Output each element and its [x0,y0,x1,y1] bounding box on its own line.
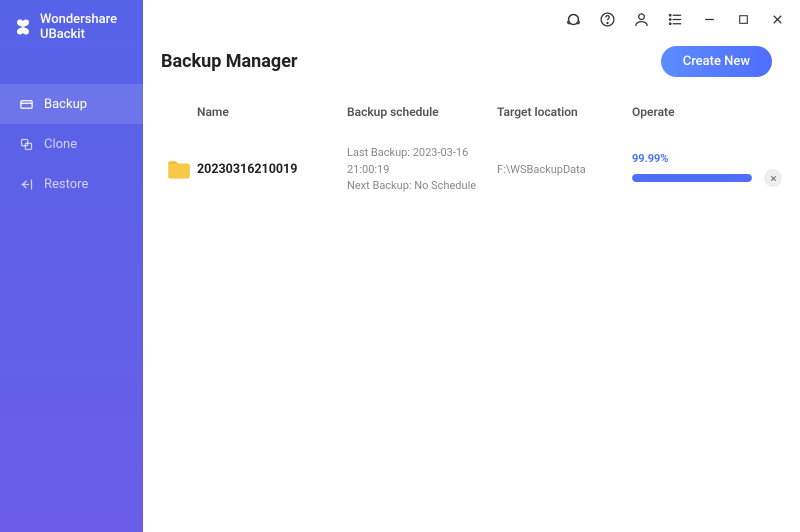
close-icon[interactable] [768,10,786,28]
table-header: Name Backup schedule Target location Ope… [143,95,800,129]
page-title: Backup Manager [161,51,298,72]
main: Backup Manager Create New Name Backup sc… [143,0,800,532]
folder-icon [161,159,197,181]
last-backup: Last Backup: 2023-03-16 21:00:19 [347,145,497,178]
cancel-button[interactable] [764,169,782,187]
table-row[interactable]: 20230316210019 Last Backup: 2023-03-16 2… [143,129,800,211]
sidebar-item-clone[interactable]: Clone [0,124,143,164]
user-icon[interactable] [632,10,650,28]
column-header-target: Target location [497,105,632,119]
sidebar: Wondershare UBackit Backup Clone Restore [0,0,143,532]
backup-icon [18,96,34,112]
column-header-name: Name [197,105,347,119]
maximize-icon[interactable] [734,10,752,28]
backup-name: 20230316210019 [197,162,347,177]
titlebar [143,0,800,38]
brand-name: Wondershare UBackit [40,12,129,42]
page-header: Backup Manager Create New [143,38,800,95]
help-icon[interactable] [598,10,616,28]
clone-icon [18,136,34,152]
brand: Wondershare UBackit [0,0,143,54]
butterfly-icon [14,18,32,36]
support-icon[interactable] [564,10,582,28]
restore-icon [18,176,34,192]
next-backup: Next Backup: No Schedule [347,178,497,195]
sidebar-item-backup[interactable]: Backup [0,84,143,124]
menu-icon[interactable] [666,10,684,28]
minimize-icon[interactable] [700,10,718,28]
progress-fill [632,174,752,182]
sidebar-nav: Backup Clone Restore [0,84,143,204]
backup-operate: 99.99% [632,152,782,187]
backup-target: F:\WSBackupData [497,163,632,176]
sidebar-item-label: Restore [44,177,88,192]
sidebar-item-label: Clone [44,137,77,152]
column-header-operate: Operate [632,105,782,119]
sidebar-item-restore[interactable]: Restore [0,164,143,204]
column-header-schedule: Backup schedule [347,105,497,119]
progress-bar [632,174,752,182]
create-new-button[interactable]: Create New [661,46,772,77]
backup-schedule: Last Backup: 2023-03-16 21:00:19 Next Ba… [347,145,497,195]
progress-percent: 99.99% [632,152,782,165]
sidebar-item-label: Backup [44,97,87,112]
